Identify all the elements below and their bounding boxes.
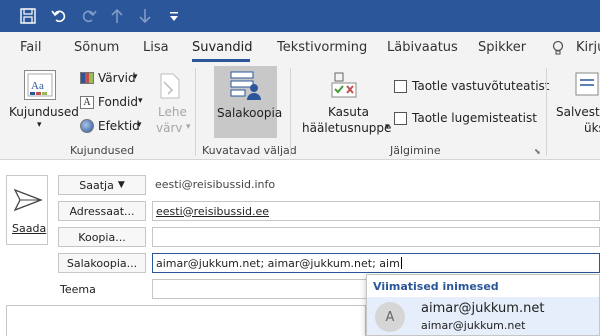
voting-buttons-icon <box>330 71 358 104</box>
from-button[interactable]: Saatja ▼ <box>58 175 146 195</box>
tab-lisa[interactable]: Lisa <box>143 40 169 55</box>
fonts-icon: A <box>80 96 94 109</box>
to-field[interactable]: eesti@reisibussid.ee <box>152 201 600 221</box>
voting-buttons-label-1[interactable]: Kasuta <box>328 105 369 119</box>
tab-labivaatus[interactable]: Läbivaatus <box>387 40 458 55</box>
tab-suvandid[interactable]: Suvandid <box>192 40 253 55</box>
subject-label: Teema <box>60 283 96 296</box>
colors-button[interactable]: Värvid <box>98 71 136 85</box>
svg-text:Aa: Aa <box>31 80 44 92</box>
colors-icon <box>80 72 94 84</box>
delivery-receipt-label[interactable]: Taotle vastuvõtuteatist <box>412 79 549 93</box>
bcc-field[interactable]: aimar@jukkum.net; aimar@jukkum.net; aim <box>152 253 600 273</box>
up-icon[interactable] <box>108 7 126 25</box>
read-receipt-checkbox[interactable] <box>394 112 407 125</box>
bcc-button[interactable]: Salakoopia... <box>58 253 146 273</box>
lightbulb-icon[interactable] <box>551 40 565 59</box>
from-dropdown-arrow: ▼ <box>117 180 125 190</box>
cc-button[interactable]: Koopia... <box>58 227 146 247</box>
title-bar <box>0 0 600 32</box>
themes-dropdown-arrow[interactable]: ▾ <box>37 120 42 130</box>
customize-icon[interactable] <box>165 7 183 25</box>
effects-button[interactable]: Efektid <box>98 119 140 133</box>
suggestion-name: aimar@jukkum.net <box>421 301 545 316</box>
bcc-field-label: Salakoopia... <box>66 256 138 270</box>
group-label-show-fields: Kuvatavad väljad <box>202 144 297 157</box>
page-color-label-1[interactable]: Lehe <box>158 105 187 119</box>
tab-fail[interactable]: Fail <box>20 40 41 55</box>
cc-field[interactable] <box>152 227 600 247</box>
save-sent-item-label-2[interactable]: üks <box>584 121 600 135</box>
read-receipt-label[interactable]: Taotle lugemisteatist <box>412 111 537 125</box>
page-color-dropdown-arrow[interactable]: ▾ <box>186 122 191 132</box>
delivery-receipt-checkbox[interactable] <box>394 80 407 93</box>
group-separator <box>195 68 196 156</box>
save-sent-item-icon <box>574 70 600 101</box>
autocomplete-header: Viimatised inimesed <box>373 280 499 293</box>
ribbon: Aa Kujundused ▾ Värvid ▾ A Fondid ▾ Efek… <box>0 64 600 160</box>
themes-button[interactable]: Kujundused <box>9 105 79 119</box>
redo-icon[interactable] <box>80 7 98 25</box>
to-button[interactable]: Adressaat... <box>58 201 146 221</box>
down-icon[interactable] <box>136 7 154 25</box>
suggestion-email: aimar@jukkum.net <box>421 319 526 332</box>
group-label-tracking: Jälgimine <box>390 144 441 157</box>
fonts-dropdown-arrow[interactable]: ▾ <box>138 96 143 106</box>
dialog-launcher-icon[interactable]: ⬊ <box>534 147 541 156</box>
colors-dropdown-arrow[interactable]: ▾ <box>133 72 138 82</box>
tab-tekstivorming[interactable]: Tekstivorming <box>277 40 367 55</box>
effects-dropdown-arrow[interactable]: ▾ <box>137 120 142 130</box>
from-label: Saatja <box>79 178 114 192</box>
tab-sonum[interactable]: Sõnum <box>74 40 119 55</box>
group-label-themes: Kujundused <box>70 144 135 157</box>
tell-me-search[interactable]: Kirju <box>576 40 600 55</box>
voting-dropdown-arrow[interactable]: ▾ <box>385 122 390 132</box>
bcc-label: Salakoopia <box>217 106 283 120</box>
send-button[interactable]: Saada <box>6 175 48 245</box>
page-color-icon <box>158 72 182 103</box>
bcc-value[interactable]: aimar@jukkum.net; aimar@jukkum.net; aim <box>156 257 400 270</box>
avatar: A <box>375 302 405 332</box>
themes-icon[interactable]: Aa <box>24 70 56 100</box>
save-icon[interactable] <box>19 7 37 25</box>
fonts-button[interactable]: Fondid <box>98 95 138 109</box>
bcc-toggle-button[interactable] <box>214 66 277 138</box>
active-tab-underline <box>192 59 250 62</box>
to-label: Adressaat... <box>69 204 135 218</box>
undo-icon[interactable] <box>50 7 68 25</box>
to-recipient[interactable]: eesti@reisibussid.ee <box>156 205 269 218</box>
page-color-label-2[interactable]: värv <box>156 121 183 135</box>
ribbon-tabs: Fail Sõnum Lisa Suvandid Tekstivorming L… <box>0 32 600 64</box>
voting-buttons-label-2[interactable]: hääletusnuppe <box>302 121 391 135</box>
tab-spikker[interactable]: Spikker <box>478 40 526 55</box>
message-body[interactable] <box>6 305 366 336</box>
group-separator <box>546 68 547 156</box>
send-label: Saada <box>12 222 47 235</box>
autocomplete-suggestion[interactable]: A aimar@jukkum.net aimar@jukkum.net <box>367 297 599 335</box>
effects-icon <box>80 119 94 133</box>
text-cursor <box>400 257 402 269</box>
from-value: eesti@reisibussid.info <box>155 178 276 191</box>
save-sent-item-label-1[interactable]: Salvesta <box>556 105 600 119</box>
autocomplete-dropdown: Viimatised inimesed A aimar@jukkum.net a… <box>366 274 600 336</box>
cc-label: Koopia... <box>78 230 126 244</box>
group-separator <box>290 68 291 156</box>
